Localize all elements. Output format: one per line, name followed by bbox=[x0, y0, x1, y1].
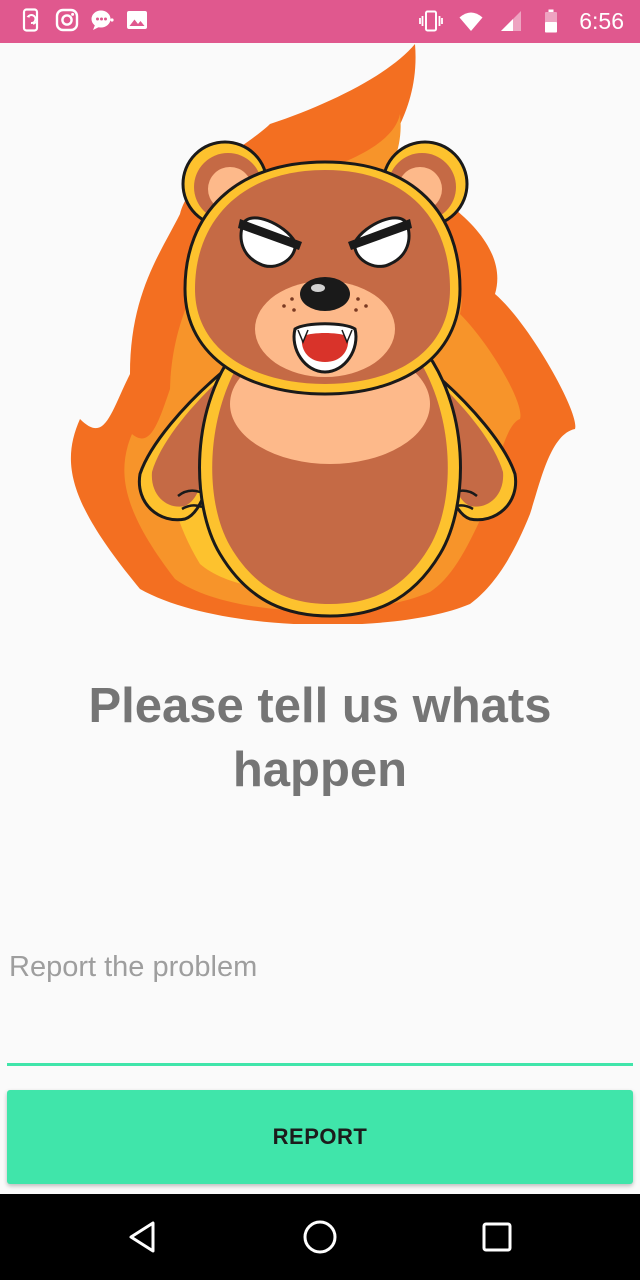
wifi-icon bbox=[459, 12, 483, 31]
home-icon bbox=[303, 1220, 337, 1254]
home-button[interactable] bbox=[295, 1212, 345, 1262]
vibrate-icon bbox=[419, 10, 444, 32]
report-button[interactable]: REPORT bbox=[7, 1090, 633, 1184]
page-title: Please tell us whats happen bbox=[88, 679, 552, 797]
battery-icon bbox=[545, 9, 558, 33]
status-time: 6:56 bbox=[579, 8, 624, 34]
signal-icon bbox=[501, 11, 522, 31]
chat-bubble-icon bbox=[91, 10, 114, 30]
back-icon bbox=[129, 1221, 155, 1253]
image-icon bbox=[127, 11, 147, 29]
notification-icons bbox=[20, 8, 149, 32]
navigation-bar bbox=[0, 1194, 640, 1280]
back-button[interactable] bbox=[118, 1212, 168, 1262]
recents-icon bbox=[482, 1222, 512, 1252]
report-problem-input[interactable] bbox=[7, 940, 633, 1066]
instagram-icon bbox=[55, 8, 79, 32]
status-bar: 6:56 bbox=[0, 0, 640, 43]
recents-button[interactable] bbox=[472, 1212, 522, 1262]
angry-bear-illustration bbox=[70, 44, 576, 624]
system-status-icons: 6:56 bbox=[419, 8, 624, 34]
phone-sync-icon bbox=[22, 8, 39, 32]
